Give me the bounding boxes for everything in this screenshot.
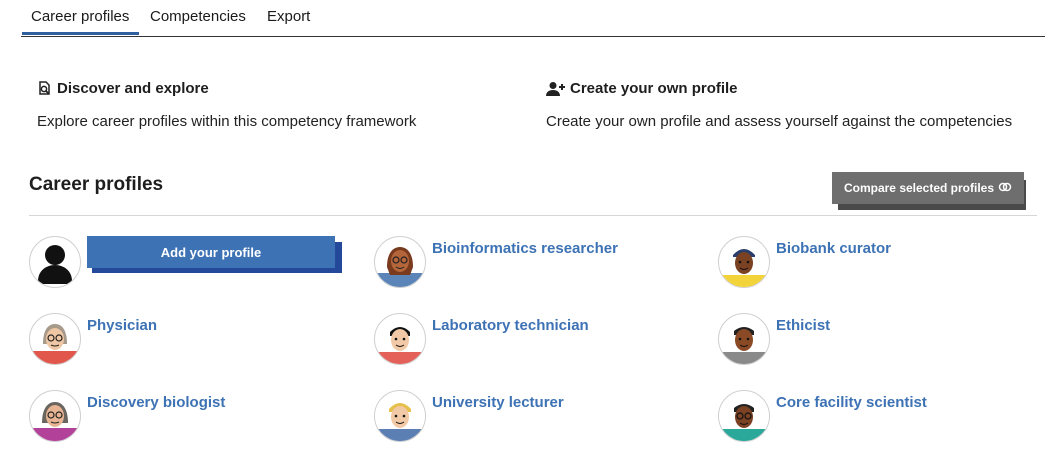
profile-avatar[interactable] (374, 313, 426, 365)
profile-avatar[interactable] (29, 390, 81, 442)
profile-card: University lecturer (374, 390, 564, 442)
profile-link[interactable]: Physician (87, 317, 157, 334)
create-section: Create your own profile Create your own … (546, 80, 1012, 130)
add-profile-wrap: Add your profile (87, 236, 343, 276)
compare-label: Compare selected profiles (843, 181, 995, 195)
compare-icon (998, 181, 1012, 195)
profile-link[interactable]: Laboratory technician (432, 317, 589, 334)
my-profile-item (29, 236, 81, 288)
profile-link[interactable]: Ethicist (776, 317, 830, 334)
create-title: Create your own profile (570, 80, 738, 97)
profile-card: Physician (29, 313, 157, 365)
compare-button-wrap: Compare selected profiles (832, 172, 1030, 212)
section-divider (29, 215, 1037, 216)
profile-card: Discovery biologist (29, 390, 225, 442)
profile-link[interactable]: Discovery biologist (87, 394, 225, 411)
profile-card: Core facility scientist (718, 390, 927, 442)
profile-link[interactable]: University lecturer (432, 394, 564, 411)
profile-card: Laboratory technician (374, 313, 589, 365)
profile-avatar[interactable] (718, 236, 770, 288)
tab-career-profiles[interactable]: Career profiles (21, 8, 140, 35)
profile-card: Biobank curator (718, 236, 891, 288)
add-user-icon (546, 81, 566, 97)
profile-card: Ethicist (718, 313, 830, 365)
user-silhouette-avatar (29, 236, 81, 288)
discover-section: Discover and explore Explore career prof… (37, 80, 416, 130)
profile-avatar[interactable] (374, 390, 426, 442)
profile-avatar[interactable] (718, 390, 770, 442)
profile-link[interactable]: Bioinformatics researcher (432, 240, 618, 257)
search-document-icon (37, 80, 53, 97)
profile-link[interactable]: Core facility scientist (776, 394, 927, 411)
create-text: Create your own profile and assess yours… (546, 113, 1013, 130)
discover-text: Explore career profiles within this comp… (37, 113, 417, 130)
section-title: Career profiles (29, 174, 164, 195)
discover-title: Discover and explore (57, 80, 209, 97)
tab-bar: Career profiles Competencies Export (21, 0, 1045, 37)
tab-export[interactable]: Export (267, 8, 310, 25)
compare-profiles-button[interactable]: Compare selected profiles (832, 172, 1024, 204)
profile-avatar[interactable] (29, 313, 81, 365)
profile-card: Bioinformatics researcher (374, 236, 618, 288)
profile-link[interactable]: Biobank curator (776, 240, 891, 257)
tab-competencies[interactable]: Competencies (150, 8, 246, 25)
add-profile-button[interactable]: Add your profile (87, 236, 335, 268)
profile-avatar[interactable] (374, 236, 426, 288)
profile-avatar[interactable] (718, 313, 770, 365)
